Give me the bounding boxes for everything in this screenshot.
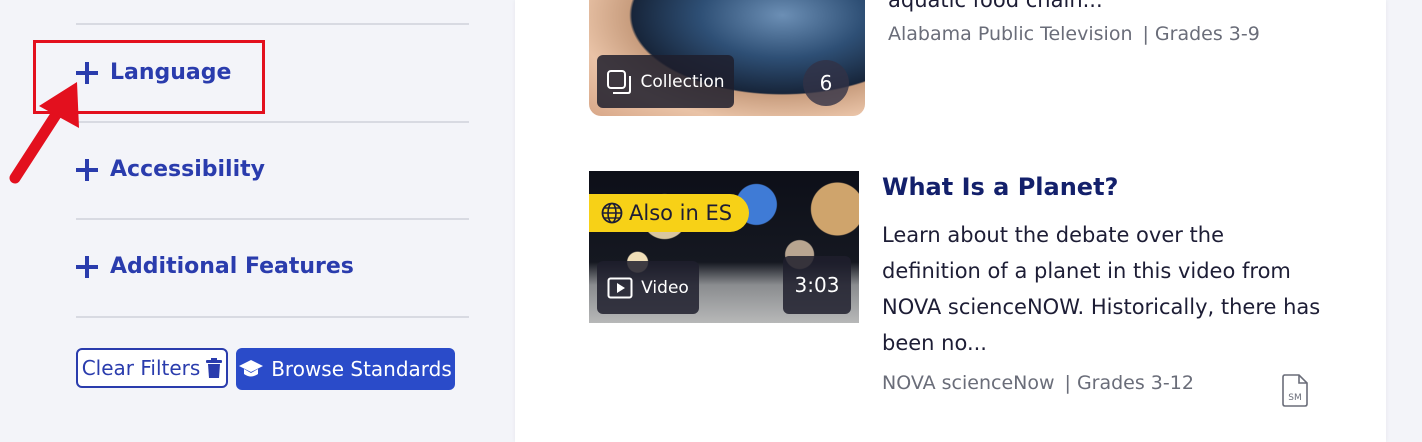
language-tag-label: Also in ES <box>629 201 733 225</box>
video-badge: Video <box>597 261 699 314</box>
filter-label: Additional Features <box>110 254 354 279</box>
browse-standards-label: Browse Standards <box>271 357 452 381</box>
clear-filters-label: Clear Filters <box>81 356 201 380</box>
result-meta: Alabama Public Television | Grades 3-9 <box>888 23 1260 45</box>
red-arrow-annotation <box>9 82 79 184</box>
clear-filters-button[interactable]: Clear Filters <box>76 348 228 388</box>
graduation-cap-icon <box>239 360 264 377</box>
video-duration: 3:03 <box>783 256 851 314</box>
divider <box>76 121 469 123</box>
result-grades: Grades 3-9 <box>1154 23 1260 45</box>
result-description: Learn about the debate over the definiti… <box>882 223 1321 355</box>
result-source: NOVA scienceNow <box>882 372 1055 394</box>
trash-icon <box>206 358 223 378</box>
browse-standards-button[interactable]: Browse Standards <box>236 348 455 390</box>
collection-icon <box>607 69 632 94</box>
sm-icon-label: SM <box>1288 393 1301 403</box>
plus-icon <box>76 255 98 278</box>
filter-label: Accessibility <box>110 157 265 182</box>
meta-separator: | <box>1064 372 1071 394</box>
media-type-label: Collection <box>640 71 725 92</box>
language-tag: Also in ES <box>589 194 749 232</box>
result-source: Alabama Public Television <box>888 23 1133 45</box>
divider <box>76 218 469 220</box>
collection-count: 6 <box>803 60 849 106</box>
document-sm-icon[interactable]: SM <box>1281 373 1309 407</box>
meta-separator: | <box>1142 23 1149 45</box>
divider <box>76 316 469 318</box>
result-meta: NOVA scienceNow | Grades 3-12 <box>882 372 1194 394</box>
result-title[interactable]: What Is a Planet? <box>882 173 1118 201</box>
divider <box>76 23 469 25</box>
result-title[interactable]: aquatic food chain... <box>888 0 1103 12</box>
media-type-label: Video <box>641 277 689 298</box>
globe-icon <box>601 202 623 224</box>
result-grades: Grades 3-12 <box>1076 372 1194 394</box>
filter-additional-features[interactable]: Additional Features <box>76 254 354 279</box>
filter-accessibility[interactable]: Accessibility <box>76 157 265 182</box>
collection-badge: Collection <box>597 55 734 108</box>
filter-sidebar: Language Accessibility Additional Featur… <box>0 0 515 442</box>
video-icon <box>607 277 633 298</box>
